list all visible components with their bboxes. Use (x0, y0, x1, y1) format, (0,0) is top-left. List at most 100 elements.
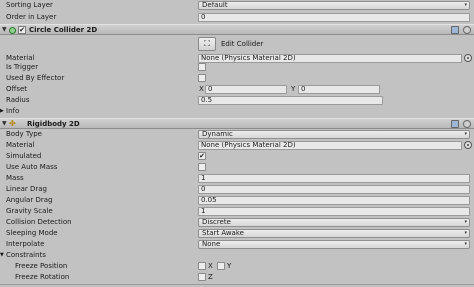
freeze-rotation-z-label: Z (208, 273, 213, 281)
simulated-row: Simulated ✔ (0, 151, 474, 161)
gravity-scale-field[interactable]: 1 (198, 206, 470, 216)
rigidbody-material-field[interactable]: None (Physics Material 2D) (198, 140, 462, 150)
info-row[interactable]: ▶ Info (0, 106, 474, 116)
use-auto-mass-checkbox[interactable] (198, 163, 206, 171)
interpolate-row: Interpolate None ▾ (0, 239, 474, 249)
object-picker-icon[interactable] (464, 54, 472, 62)
order-in-layer-field[interactable]: 0 (198, 12, 470, 22)
chevron-down-icon: ▾ (464, 240, 467, 247)
rigidbody-header[interactable]: ▼ ✤ Rigidbody 2D (0, 118, 474, 129)
circle-collider-icon (9, 27, 16, 34)
edit-collider-button[interactable]: ⛶ (198, 37, 216, 51)
foldout-expanded-icon[interactable]: ▼ (2, 119, 7, 129)
gear-icon[interactable] (463, 26, 471, 34)
collision-detection-row: Collision Detection Discrete ▾ (0, 217, 474, 227)
freeze-rotation-z-checkbox[interactable] (198, 273, 206, 281)
sorting-layer-dropdown[interactable]: Default ▾ (198, 0, 470, 10)
mass-row: Mass 1 (0, 173, 474, 183)
collision-detection-value: Discrete (202, 217, 231, 226)
chevron-down-icon: ▾ (464, 229, 467, 236)
used-by-effector-checkbox[interactable] (198, 74, 206, 82)
order-in-layer-row: Order in Layer 0 (0, 12, 474, 22)
sleeping-mode-dropdown[interactable]: Start Awake ▾ (198, 228, 470, 238)
chevron-down-icon: ▾ (464, 1, 467, 8)
used-by-effector-label: Used By Effector (6, 74, 65, 82)
offset-label: Offset (6, 85, 28, 93)
collision-detection-label: Collision Detection (6, 218, 72, 226)
simulated-label: Simulated (6, 152, 42, 160)
foldout-expanded-icon[interactable]: ▼ (2, 25, 7, 35)
body-type-row: Body Type Dynamic ▾ (0, 129, 474, 139)
freeze-position-x-label: X (208, 262, 213, 270)
interpolate-dropdown[interactable]: None ▾ (198, 239, 470, 249)
rigidbody-icon: ✤ (9, 119, 16, 128)
offset-x-field[interactable]: 0 (205, 84, 287, 94)
freeze-position-label: Freeze Position (15, 262, 68, 270)
freeze-rotation-row: Freeze Rotation Z (0, 272, 474, 282)
rigidbody-title: Rigidbody 2D (27, 120, 80, 128)
rigidbody-material-row: Material None (Physics Material 2D) (0, 140, 474, 150)
rigidbody-header-icons (449, 120, 471, 128)
freeze-rotation-label: Freeze Rotation (15, 273, 70, 281)
interpolate-value: None (202, 239, 221, 248)
mass-field[interactable]: 1 (198, 173, 470, 183)
linear-drag-field[interactable]: 0 (198, 184, 470, 194)
sleeping-mode-row: Sleeping Mode Start Awake ▾ (0, 228, 474, 238)
radius-row: Radius 0.5 (0, 95, 474, 105)
body-type-label: Body Type (6, 130, 42, 138)
body-type-value: Dynamic (202, 129, 233, 138)
edit-collider-label: Edit Collider (221, 40, 264, 48)
use-auto-mass-label: Use Auto Mass (6, 163, 58, 171)
sleeping-mode-label: Sleeping Mode (6, 229, 58, 237)
offset-row: Offset X 0 Y 0 (0, 84, 474, 94)
gravity-scale-label: Gravity Scale (6, 207, 53, 215)
constraints-foldout-icon[interactable]: ▼ (0, 250, 4, 260)
help-book-icon[interactable] (450, 26, 459, 34)
gravity-scale-row: Gravity Scale 1 (0, 206, 474, 216)
circle-collider-enabled-checkbox[interactable]: ✔ (18, 26, 26, 34)
object-picker-icon[interactable] (464, 141, 472, 149)
mass-label: Mass (6, 174, 24, 182)
radius-field[interactable]: 0.5 (198, 95, 383, 105)
chevron-down-icon: ▾ (464, 130, 467, 137)
chevron-down-icon: ▾ (464, 218, 467, 225)
is-trigger-checkbox[interactable] (198, 63, 206, 71)
angular-drag-field[interactable]: 0.05 (198, 195, 470, 205)
angular-drag-label: Angular Drag (6, 196, 53, 204)
linear-drag-row: Linear Drag 0 (0, 184, 474, 194)
constraints-row[interactable]: ▼ Constraints (0, 250, 474, 260)
freeze-position-x-checkbox[interactable] (198, 262, 206, 270)
use-auto-mass-row: Use Auto Mass (0, 162, 474, 172)
is-trigger-row: Is Trigger (0, 62, 474, 72)
body-type-dropdown[interactable]: Dynamic ▾ (198, 129, 470, 139)
rigidbody-material-label: Material (6, 141, 35, 149)
bottom-divider (0, 284, 474, 285)
radius-label: Radius (6, 96, 30, 104)
offset-x-label: X (199, 85, 204, 93)
order-in-layer-label: Order in Layer (6, 13, 57, 21)
info-label: Info (6, 107, 20, 115)
simulated-checkbox[interactable]: ✔ (198, 152, 206, 160)
freeze-position-y-checkbox[interactable] (217, 262, 225, 270)
circle-collider-header[interactable]: ▼ ✔ Circle Collider 2D (0, 24, 474, 35)
help-book-icon[interactable] (450, 120, 459, 128)
collision-detection-dropdown[interactable]: Discrete ▾ (198, 217, 470, 227)
gear-icon[interactable] (463, 120, 471, 128)
sorting-layer-row: Sorting Layer Default ▾ (0, 0, 474, 10)
edit-collider-icon: ⛶ (204, 39, 210, 48)
freeze-position-row: Freeze Position X Y (0, 261, 474, 271)
linear-drag-label: Linear Drag (6, 185, 47, 193)
info-foldout-icon[interactable]: ▶ (0, 106, 4, 116)
offset-y-field[interactable]: 0 (298, 84, 380, 94)
used-by-effector-row: Used By Effector (0, 73, 474, 83)
sleeping-mode-value: Start Awake (202, 228, 244, 237)
is-trigger-label: Is Trigger (6, 63, 39, 71)
angular-drag-row: Angular Drag 0.05 (0, 195, 474, 205)
circle-collider-header-icons (449, 26, 471, 34)
sorting-layer-label: Sorting Layer (6, 1, 53, 9)
inspector-panel: Sorting Layer Default ▾ Order in Layer 0… (0, 0, 474, 287)
sorting-layer-value: Default (202, 0, 228, 9)
constraints-label: Constraints (6, 251, 46, 259)
circle-collider-title: Circle Collider 2D (29, 26, 98, 34)
interpolate-label: Interpolate (6, 240, 45, 248)
